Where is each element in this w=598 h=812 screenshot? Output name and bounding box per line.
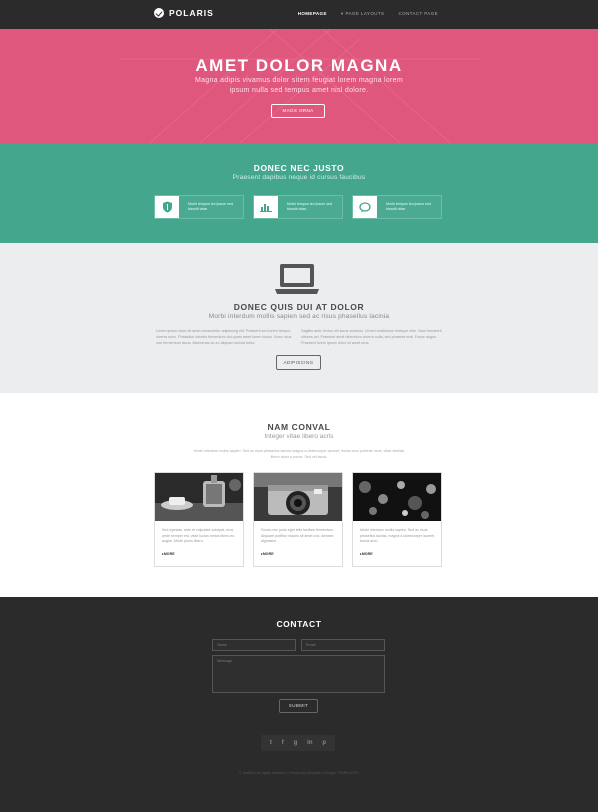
gallery-card: Donec nec justo eget felis facilisis fer… [253,472,343,567]
name-field[interactable]: Name [212,639,296,651]
nav-item-page-layouts[interactable]: ▾ PAGE LAYOUTS [341,11,385,17]
gallery-section: NAM CONVAL Integer vitae libero acris Mo… [0,393,598,597]
more-link[interactable]: MORE [261,552,274,556]
about-subtitle: Morbi interdum mollis sapien sed ac risu… [208,313,390,320]
gallery-intro: Morbi interdum mollis sapien. Sed ac ris… [193,449,405,459]
logo-icon [154,8,164,18]
linkedin-icon[interactable]: in [307,740,312,746]
nav-item-label: PAGE LAYOUTS [345,11,385,16]
card-text: Sed egestas, ante et vulputate volutpat,… [162,528,235,543]
shield-icon [155,196,179,218]
twitter-icon[interactable]: t [270,740,272,746]
main-nav: HOMEPAGE ▾ PAGE LAYOUTS CONTACT PAGE [298,11,438,17]
features-subtitle: Praesent dapibus neque id cursus faucibu… [232,174,366,181]
more-link[interactable]: MORE [360,552,373,556]
card-text: Morbi interdum mollis sapien. Sed ac ris… [360,528,436,543]
features-title: DONEC NEC JUSTO [253,163,345,173]
contact-title: CONTACT [276,619,322,629]
gallery-card: Sed egestas, ante et vulputate volutpat,… [154,472,244,567]
copyright-text: © Untitled. All rights reserved. | Photo… [239,771,359,775]
card-text: Donec nec justo eget felis facilisis fer… [261,528,334,543]
nav-item-contact-page[interactable]: CONTACT PAGE [398,11,438,17]
card-image-bokeh[interactable] [353,473,441,521]
about-button[interactable]: ADIPISCING [276,355,321,370]
submit-button[interactable]: SUBMIT [279,699,318,713]
hero-button[interactable]: MAGS ORNA [271,104,325,118]
laptop-icon [275,264,319,294]
card-image-camera[interactable] [254,473,342,521]
email-field[interactable]: Email [301,639,385,651]
feature-text: Morbi tempus leo ipsum sed blandit vitae… [386,202,431,211]
message-field[interactable]: Message [212,655,385,693]
about-title: DONEC QUIS DUI AT DOLOR [233,302,365,312]
logo-text: POLARIS [169,8,214,18]
card-image-coffee[interactable] [155,473,243,521]
chevron-down-icon: ▾ [340,11,344,16]
google-plus-icon[interactable]: g [294,740,298,746]
gallery-subtitle: Integer vitae libero acris [264,433,334,440]
features-section: DONEC NEC JUSTO Praesent dapibus neque i… [0,143,598,243]
about-section: DONEC QUIS DUI AT DOLOR Morbi interdum m… [0,243,598,393]
hero-banner: AMET DOLOR MAGNA Magna adipis vivamus do… [0,29,598,143]
chat-bubble-icon [353,196,377,218]
hero-title: AMET DOLOR MAGNA [195,56,403,75]
feature-text: Morbi tempus leo ipsum sed blandit vitae… [188,202,233,211]
hero-subtitle: Magna adipis vivamus dolor sitem feugiat… [194,77,404,94]
feature-box: Morbi tempus leo ipsum sed blandit vitae… [253,195,343,219]
pinterest-icon[interactable]: p [322,740,326,746]
logo[interactable]: POLARIS [154,8,214,18]
gallery-card: Morbi interdum mollis sapien. Sed ac ris… [352,472,442,567]
nav-item-homepage[interactable]: HOMEPAGE [298,11,327,17]
about-text-right: Sagittis ante, lectus elit lacus vivamus… [301,329,442,345]
gallery-title: NAM CONVAL [267,422,331,432]
feature-box: Morbi tempus leo ipsum sed blandit vitae… [352,195,442,219]
about-text-left: Lorem ipsum dolor sit amet consectetur a… [156,329,292,345]
feature-text: Morbi tempus leo ipsum sed blandit vitae… [287,202,332,211]
more-link[interactable]: MORE [162,552,175,556]
top-navbar: POLARIS HOMEPAGE ▾ PAGE LAYOUTS CONTACT P… [0,0,598,29]
facebook-icon[interactable]: f [282,740,284,746]
feature-box: Morbi tempus leo ipsum sed blandit vitae… [154,195,244,219]
bar-chart-icon [254,196,278,218]
contact-section: CONTACT Name Email Message SUBMIT t f g … [0,597,598,812]
social-links: t f g in p [261,735,335,751]
